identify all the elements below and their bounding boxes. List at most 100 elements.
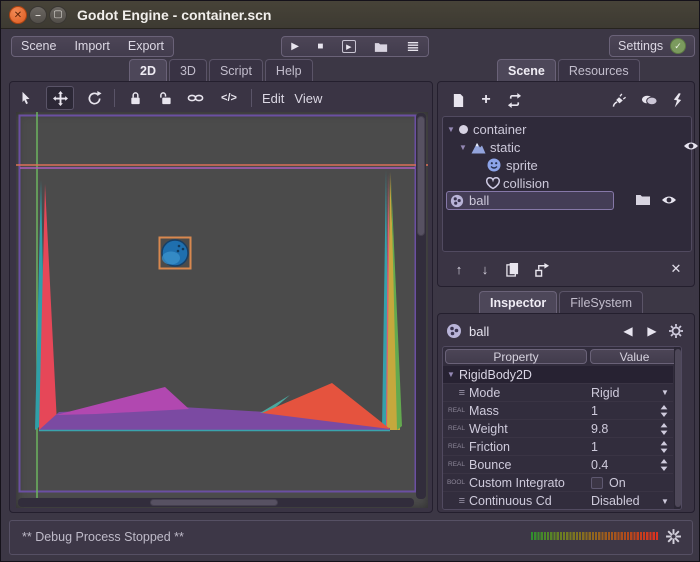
- tab-help[interactable]: Help: [264, 59, 313, 82]
- type-tag: REAL: [448, 407, 465, 414]
- property-value[interactable]: Disabled: [591, 494, 640, 508]
- property-value[interactable]: 1: [591, 440, 598, 454]
- select-tool-button[interactable]: [16, 91, 36, 105]
- menu-scene[interactable]: Scene: [12, 36, 65, 57]
- play-scene-button[interactable]: ▶: [341, 40, 356, 53]
- type-tag: REAL: [448, 461, 465, 468]
- window-minimize-button[interactable]: –: [29, 6, 47, 24]
- signals-icon[interactable]: [604, 93, 634, 108]
- property-value[interactable]: 9.8: [591, 422, 608, 436]
- menu-export[interactable]: Export: [119, 36, 173, 57]
- tab-inspector[interactable]: Inspector: [479, 291, 558, 314]
- groups-icon[interactable]: [634, 94, 664, 106]
- property-column-label: Property: [493, 349, 539, 364]
- canvas-viewport[interactable]: [16, 112, 428, 508]
- scene-dock-tab-bar: Scene Resources: [497, 59, 642, 82]
- tab-resources[interactable]: Resources: [557, 59, 640, 82]
- view-menu[interactable]: View: [294, 91, 322, 106]
- inspector-gear-icon[interactable]: [664, 324, 688, 338]
- spinner-icon[interactable]: [660, 441, 668, 453]
- visibility-eye-icon[interactable]: [661, 194, 677, 206]
- inspector-scrollbar[interactable]: [674, 347, 681, 509]
- property-row-weight[interactable]: REAL Weight 9.8: [443, 420, 673, 438]
- tree-row-collision[interactable]: collision: [485, 174, 689, 192]
- delete-node-button[interactable]: ✕: [664, 261, 688, 277]
- property-row-mass[interactable]: REAL Mass 1: [443, 402, 673, 420]
- tree-node-label: sprite: [506, 157, 538, 173]
- duplicate-button[interactable]: [498, 262, 526, 277]
- tree-node-label: collision: [503, 175, 550, 191]
- inspector-scrollbar-thumb[interactable]: [675, 349, 681, 507]
- tab-scene[interactable]: Scene: [497, 59, 556, 82]
- edit-menu[interactable]: Edit: [262, 91, 284, 106]
- node-icon: [459, 124, 468, 134]
- group-chain-button[interactable]: [185, 93, 207, 103]
- open-scene-folder-icon[interactable]: [635, 193, 651, 206]
- play-button[interactable]: ▶: [291, 41, 299, 52]
- window-maximize-button[interactable]: ▢: [49, 6, 67, 24]
- category-row[interactable]: ▼ RigidBody2D: [443, 366, 673, 384]
- move-up-button[interactable]: ↑: [446, 262, 472, 277]
- scene-tree: ▼ container ▼ static sprite collision ba…: [442, 116, 692, 252]
- script-icon[interactable]: [664, 93, 690, 108]
- dropdown-arrow-icon[interactable]: ▼: [661, 388, 669, 397]
- inspector-panel: ball ◀ ▶ Property Value ▼ RigidBody2D ≡ …: [437, 313, 695, 513]
- dropdown-arrow-icon[interactable]: ▼: [661, 497, 669, 506]
- move-tool-button[interactable]: [46, 86, 74, 110]
- add-node-button[interactable]: +: [472, 91, 500, 109]
- instance-scene-button[interactable]: [500, 93, 528, 108]
- lock-button[interactable]: [125, 91, 145, 106]
- reparent-button[interactable]: [526, 262, 558, 277]
- property-label: Mode: [469, 385, 501, 400]
- property-column-header[interactable]: Property: [445, 349, 587, 364]
- tree-row-static[interactable]: ▼ static: [459, 138, 689, 156]
- settings-check-icon: ✓: [670, 38, 686, 54]
- history-back-button[interactable]: ◀: [616, 324, 640, 338]
- expand-arrow-icon[interactable]: ▼: [447, 125, 459, 134]
- tree-row-ball-selected[interactable]: ball: [446, 191, 614, 210]
- window-close-button[interactable]: ✕: [9, 6, 27, 24]
- title-bar: ✕ – ▢ Godot Engine - container.scn: [1, 1, 699, 29]
- tab-filesystem[interactable]: FileSystem: [559, 291, 644, 314]
- value-column-header[interactable]: Value: [590, 349, 679, 364]
- settings-button[interactable]: Settings ✓: [609, 35, 695, 57]
- property-row-bounce[interactable]: REAL Bounce 0.4: [443, 456, 673, 474]
- code-icon-button[interactable]: </>: [217, 92, 241, 104]
- type-tag: REAL: [448, 443, 465, 450]
- new-node-button[interactable]: [444, 93, 472, 108]
- tab-3d[interactable]: 3D: [168, 59, 207, 82]
- vertical-scrollbar[interactable]: [416, 113, 426, 499]
- property-row-continuous-cd[interactable]: ≡ Continuous Cd Disabled ▼: [443, 492, 673, 509]
- property-value[interactable]: Rigid: [591, 386, 620, 400]
- visibility-eye-icon[interactable]: [683, 140, 699, 152]
- spinner-icon[interactable]: [660, 405, 668, 417]
- property-row-friction[interactable]: REAL Friction 1: [443, 438, 673, 456]
- expand-arrow-icon[interactable]: ▼: [459, 143, 471, 152]
- property-value[interactable]: 1: [591, 404, 598, 418]
- unlock-button[interactable]: [155, 91, 175, 106]
- checkbox[interactable]: [591, 476, 603, 489]
- spinner-icon[interactable]: [660, 459, 668, 471]
- tab-2d[interactable]: 2D: [129, 59, 167, 82]
- horizontal-scrollbar-thumb[interactable]: [150, 499, 278, 506]
- horizontal-scrollbar[interactable]: [18, 498, 414, 507]
- history-forward-button[interactable]: ▶: [640, 324, 664, 338]
- property-label: Bounce: [469, 457, 512, 472]
- godot-editor-window: ✕ – ▢ Godot Engine - container.scn Scene…: [0, 0, 700, 562]
- vertical-scrollbar-thumb[interactable]: [417, 116, 425, 236]
- spinner-icon[interactable]: [660, 423, 668, 435]
- property-row-mode[interactable]: ≡ Mode Rigid ▼: [443, 384, 673, 402]
- move-down-button[interactable]: ↓: [472, 262, 498, 277]
- tree-row-container[interactable]: ▼ container: [447, 120, 689, 138]
- tree-row-sprite[interactable]: sprite: [487, 156, 689, 174]
- tab-script[interactable]: Script: [208, 59, 263, 82]
- workspace-tab-bar: 2D 3D Script Help: [129, 59, 315, 82]
- menu-import[interactable]: Import: [65, 36, 118, 57]
- property-value[interactable]: 0.4: [591, 458, 608, 472]
- ball-sprite[interactable]: [161, 239, 189, 267]
- stop-button[interactable]: ■: [317, 41, 323, 52]
- rotate-tool-button[interactable]: [84, 91, 104, 106]
- debug-options-button[interactable]: [407, 41, 419, 52]
- play-custom-scene-button[interactable]: [374, 41, 388, 53]
- property-row-custom-integrator[interactable]: BOOL Custom Integrato On: [443, 474, 673, 492]
